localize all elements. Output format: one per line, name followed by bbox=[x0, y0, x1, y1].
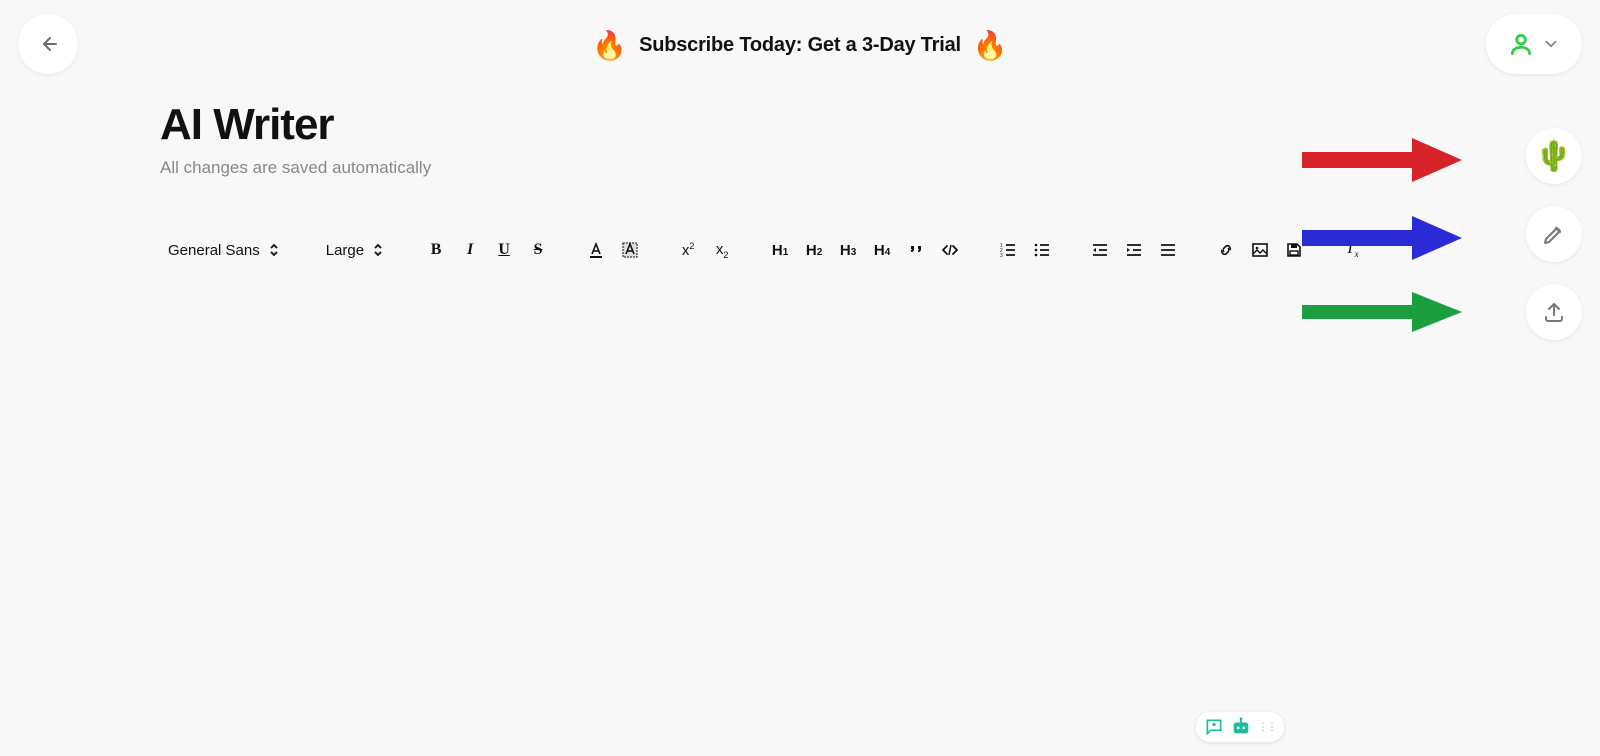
underline-button[interactable]: U bbox=[490, 236, 518, 264]
font-color-button[interactable] bbox=[582, 236, 610, 264]
italic-button[interactable]: I bbox=[456, 236, 484, 264]
strike-icon: S bbox=[534, 241, 543, 259]
unordered-list-icon bbox=[1033, 241, 1051, 259]
user-icon bbox=[1508, 31, 1534, 57]
chevron-down-icon bbox=[1542, 35, 1560, 53]
select-caret-icon bbox=[372, 243, 384, 257]
chat-bot-icon bbox=[1230, 716, 1252, 738]
export-button[interactable] bbox=[1526, 284, 1582, 340]
heading-1-button[interactable]: H1 bbox=[766, 236, 794, 264]
align-icon bbox=[1159, 241, 1177, 259]
superscript-button[interactable]: x2 bbox=[674, 236, 702, 264]
image-icon bbox=[1251, 241, 1269, 259]
page-subtitle: All changes are saved automatically bbox=[160, 158, 1440, 178]
chat-widget[interactable]: ⋮⋮ bbox=[1196, 712, 1284, 742]
editor-toolbar: General Sans Large B I U S x2 x2 H1 H2 bbox=[160, 230, 1440, 270]
underline-icon: U bbox=[498, 241, 510, 259]
highlight-button[interactable] bbox=[616, 236, 644, 264]
subscript-button[interactable]: x2 bbox=[708, 236, 736, 264]
indent-button[interactable] bbox=[1120, 236, 1148, 264]
back-button[interactable] bbox=[18, 14, 78, 74]
svg-text:3: 3 bbox=[1000, 253, 1003, 259]
font-family-select[interactable]: General Sans bbox=[160, 242, 288, 259]
assistant-button[interactable]: 🌵 bbox=[1526, 128, 1582, 184]
bold-button[interactable]: B bbox=[422, 236, 450, 264]
subscript-icon: x2 bbox=[716, 241, 729, 260]
image-button[interactable] bbox=[1246, 236, 1274, 264]
indent-icon bbox=[1125, 241, 1143, 259]
flame-icon: 🔥 bbox=[592, 29, 627, 62]
font-color-icon bbox=[587, 241, 605, 259]
header: 🔥 Subscribe Today: Get a 3-Day Trial 🔥 bbox=[0, 0, 1600, 90]
h3-icon: H3 bbox=[840, 242, 856, 259]
promo-banner[interactable]: 🔥 Subscribe Today: Get a 3-Day Trial 🔥 bbox=[592, 29, 1008, 62]
outdent-button[interactable] bbox=[1086, 236, 1114, 264]
font-size-label: Large bbox=[326, 242, 364, 259]
grip-icon: ⋮⋮ bbox=[1258, 722, 1276, 733]
pen-icon bbox=[1542, 222, 1566, 246]
italic-icon: I bbox=[467, 241, 473, 259]
ordered-list-icon: 123 bbox=[999, 241, 1017, 259]
link-button[interactable] bbox=[1212, 236, 1240, 264]
superscript-icon: x2 bbox=[682, 241, 695, 259]
cactus-icon: 🌵 bbox=[1535, 139, 1572, 174]
chat-plus-icon bbox=[1204, 717, 1224, 737]
flame-icon: 🔥 bbox=[973, 29, 1008, 62]
bold-icon: B bbox=[431, 241, 442, 259]
quote-icon bbox=[907, 241, 925, 259]
font-family-label: General Sans bbox=[168, 242, 260, 259]
save-icon bbox=[1285, 241, 1303, 259]
link-icon bbox=[1217, 241, 1235, 259]
select-caret-icon bbox=[268, 243, 280, 257]
page-title: AI Writer bbox=[160, 100, 1440, 150]
h4-icon: H4 bbox=[874, 242, 890, 259]
code-icon bbox=[941, 241, 959, 259]
outdent-icon bbox=[1091, 241, 1109, 259]
highlight-icon bbox=[621, 241, 639, 259]
promo-text: Subscribe Today: Get a 3-Day Trial bbox=[639, 34, 961, 57]
annotation-arrow-blue bbox=[1302, 216, 1462, 260]
strike-button[interactable]: S bbox=[524, 236, 552, 264]
font-size-select[interactable]: Large bbox=[318, 242, 392, 259]
ordered-list-button[interactable]: 123 bbox=[994, 236, 1022, 264]
write-button[interactable] bbox=[1526, 206, 1582, 262]
heading-2-button[interactable]: H2 bbox=[800, 236, 828, 264]
annotation-arrow-green bbox=[1302, 292, 1462, 332]
arrow-left-icon bbox=[36, 32, 60, 56]
user-menu[interactable] bbox=[1486, 14, 1582, 74]
h1-icon: H1 bbox=[772, 242, 788, 259]
blockquote-button[interactable] bbox=[902, 236, 930, 264]
annotation-arrow-red bbox=[1302, 138, 1462, 182]
unordered-list-button[interactable] bbox=[1028, 236, 1056, 264]
h2-icon: H2 bbox=[806, 242, 822, 259]
heading-3-button[interactable]: H3 bbox=[834, 236, 862, 264]
upload-icon bbox=[1542, 300, 1566, 324]
code-button[interactable] bbox=[936, 236, 964, 264]
align-button[interactable] bbox=[1154, 236, 1182, 264]
heading-4-button[interactable]: H4 bbox=[868, 236, 896, 264]
